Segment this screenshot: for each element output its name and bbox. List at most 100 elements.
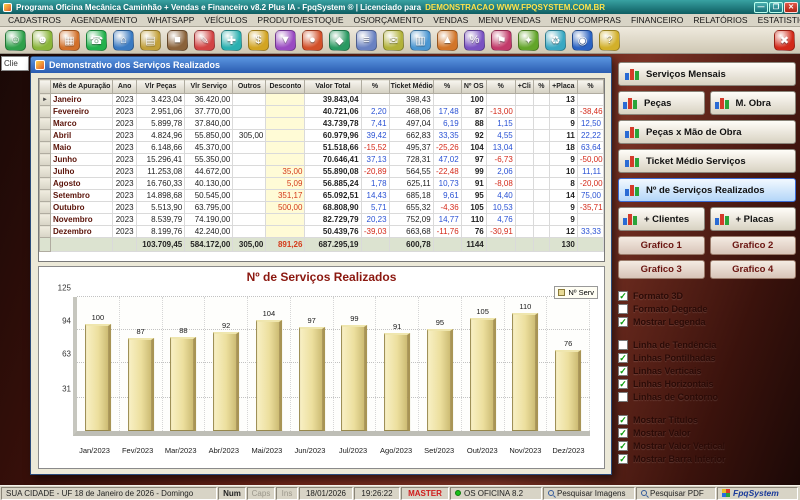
table-cell[interactable]: 11,11 xyxy=(577,166,603,178)
table-cell[interactable]: 88 xyxy=(461,118,486,130)
table-cell[interactable]: 9,61 xyxy=(433,190,461,202)
estatistica-icon[interactable]: % xyxy=(464,30,485,51)
table-cell[interactable]: 18 xyxy=(549,142,577,154)
table-cell[interactable]: -20,00 xyxy=(577,178,603,190)
table-cell[interactable] xyxy=(233,154,266,166)
table-cell[interactable] xyxy=(233,94,266,106)
table-cell[interactable]: 9 xyxy=(549,154,577,166)
table-cell[interactable]: 2023 xyxy=(113,202,137,214)
table-cell[interactable]: 500,00 xyxy=(266,202,305,214)
table-cell[interactable]: 9 xyxy=(549,214,577,226)
table-cell[interactable]: Outubro xyxy=(51,202,113,214)
table-cell[interactable]: Maio xyxy=(51,142,113,154)
table-cell[interactable] xyxy=(433,94,461,106)
table-cell[interactable]: 662,83 xyxy=(389,130,433,142)
option-mostrar-valor-vertical[interactable]: ✓Mostrar Valor Vertical xyxy=(618,439,796,452)
table-cell[interactable]: 2,20 xyxy=(361,106,389,118)
table-row[interactable]: Agosto202316.760,3340.130,005,0956.885,2… xyxy=(40,178,604,190)
table-cell[interactable]: -8,08 xyxy=(486,178,515,190)
menu-produto-estoque[interactable]: PRODUTO/ESTOQUE xyxy=(252,15,348,25)
minimize-icon[interactable]: — xyxy=(754,2,768,13)
clientes-icon[interactable]: ☺ xyxy=(5,30,26,51)
table-cell[interactable]: -13,00 xyxy=(486,106,515,118)
table-cell[interactable]: 50.545,00 xyxy=(185,190,233,202)
column-header[interactable]: Valor Total xyxy=(305,80,361,94)
table-cell[interactable]: 17,48 xyxy=(433,106,461,118)
table-cell[interactable]: 15.296,41 xyxy=(137,154,185,166)
table-cell[interactable]: 10 xyxy=(549,166,577,178)
checked-checkbox-icon[interactable]: ✓ xyxy=(618,379,628,389)
table-cell[interactable]: 305,00 xyxy=(233,130,266,142)
table-cell[interactable]: 43.739,78 xyxy=(305,118,361,130)
table-cell[interactable]: 110 xyxy=(461,214,486,226)
table-cell[interactable]: 8.539,79 xyxy=(137,214,185,226)
table-cell[interactable]: -39,03 xyxy=(361,226,389,238)
table-cell[interactable]: -38,46 xyxy=(577,106,603,118)
table-cell[interactable]: 2023 xyxy=(113,106,137,118)
table-cell[interactable] xyxy=(266,106,305,118)
menu-relat-rios[interactable]: RELATÓRIOS xyxy=(688,15,752,25)
table-cell[interactable] xyxy=(515,202,533,214)
column-header[interactable]: % xyxy=(361,80,389,94)
internet-icon[interactable]: ◉ xyxy=(572,30,593,51)
table-cell[interactable]: 76 xyxy=(461,226,486,238)
mao-de-obra-button[interactable]: M. Obra xyxy=(710,91,797,115)
ticket-medio-button[interactable]: Ticket Médio Serviços xyxy=(618,149,796,173)
financeiro-icon[interactable]: ◆ xyxy=(329,30,350,51)
table-cell[interactable] xyxy=(361,94,389,106)
table-cell[interactable]: 468,06 xyxy=(389,106,433,118)
table-cell[interactable]: 5,71 xyxy=(361,202,389,214)
table-cell[interactable]: 47,02 xyxy=(433,154,461,166)
table-cell[interactable] xyxy=(266,214,305,226)
checked-checkbox-icon[interactable]: ✓ xyxy=(618,428,628,438)
table-cell[interactable]: 2023 xyxy=(113,142,137,154)
caixa-icon[interactable]: ● xyxy=(302,30,323,51)
column-header[interactable]: Outros xyxy=(233,80,266,94)
column-header[interactable]: Desconto xyxy=(266,80,305,94)
whatsapp-icon[interactable]: ☎ xyxy=(86,30,107,51)
checked-checkbox-icon[interactable]: ✓ xyxy=(618,441,628,451)
ajuda-icon[interactable]: ? xyxy=(599,30,620,51)
table-cell[interactable]: 37.840,00 xyxy=(185,118,233,130)
table-cell[interactable] xyxy=(266,118,305,130)
table-cell[interactable]: 33,35 xyxy=(433,130,461,142)
mais-placas-button[interactable]: + Placas xyxy=(710,207,797,231)
table-cell[interactable]: 100 xyxy=(461,94,486,106)
column-header[interactable]: % xyxy=(577,80,603,94)
table-cell[interactable]: 20,23 xyxy=(361,214,389,226)
produtos-icon[interactable]: ▤ xyxy=(140,30,161,51)
contas-receber-icon[interactable]: ✉ xyxy=(383,30,404,51)
table-cell[interactable]: 55.350,00 xyxy=(185,154,233,166)
table-cell[interactable] xyxy=(233,190,266,202)
table-cell[interactable]: -11,76 xyxy=(433,226,461,238)
table-cell[interactable]: 2023 xyxy=(113,190,137,202)
table-cell[interactable] xyxy=(486,94,515,106)
grafico-1-button[interactable]: Grafico 1 xyxy=(618,236,705,255)
backup-icon[interactable]: ♻ xyxy=(545,30,566,51)
table-cell[interactable]: 2023 xyxy=(113,214,137,226)
table-cell[interactable]: 51.518,66 xyxy=(305,142,361,154)
table-cell[interactable] xyxy=(533,106,549,118)
table-cell[interactable] xyxy=(515,166,533,178)
column-header[interactable]: Nº OS xyxy=(461,80,486,94)
table-cell[interactable]: 70.646,41 xyxy=(305,154,361,166)
menu-menu-vendas[interactable]: MENU VENDAS xyxy=(473,15,545,25)
table-cell[interactable]: 2023 xyxy=(113,166,137,178)
table-cell[interactable]: 37,13 xyxy=(361,154,389,166)
table-cell[interactable]: 55.890,08 xyxy=(305,166,361,178)
option-linhas-de-contorno[interactable]: Linhas de Contorno xyxy=(618,390,796,403)
table-cell[interactable]: 36.420,00 xyxy=(185,94,233,106)
table-cell[interactable]: -6,73 xyxy=(486,154,515,166)
table-cell[interactable]: Junho xyxy=(51,154,113,166)
table-cell[interactable]: 10,73 xyxy=(433,178,461,190)
unchecked-checkbox-icon[interactable] xyxy=(618,304,628,314)
table-cell[interactable]: 12 xyxy=(549,226,577,238)
table-cell[interactable]: 14,43 xyxy=(361,190,389,202)
unchecked-checkbox-icon[interactable] xyxy=(618,340,628,350)
table-cell[interactable]: 45.370,00 xyxy=(185,142,233,154)
grafico-4-button[interactable]: Grafico 4 xyxy=(710,260,797,279)
table-cell[interactable]: 3.423,04 xyxy=(137,94,185,106)
menu-financeiro[interactable]: FINANCEIRO xyxy=(626,15,688,25)
table-cell[interactable]: Marco xyxy=(51,118,113,130)
table-cell[interactable]: Novembro xyxy=(51,214,113,226)
